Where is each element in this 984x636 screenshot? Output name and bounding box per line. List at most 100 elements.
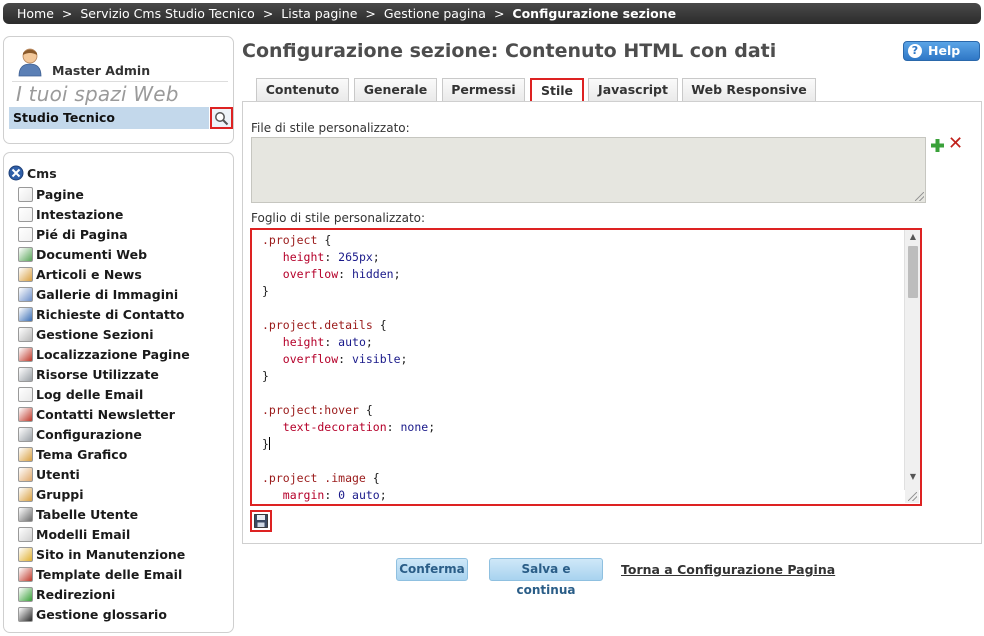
editor-scrollbar[interactable]: ▲ ▼: [904, 230, 920, 490]
space-selector[interactable]: Studio Tecnico: [9, 107, 209, 129]
code-token: {: [317, 233, 332, 247]
nav-root-label: Cms: [27, 165, 57, 181]
code-token: auto: [338, 335, 366, 349]
sidebar-item-pagine[interactable]: Pagine: [18, 184, 190, 204]
sidebar-item-gestione-sezioni[interactable]: Gestione Sezioni: [18, 324, 190, 344]
floppy-disk-icon: [254, 514, 268, 528]
sidebar-item-sito-in-manutenzione[interactable]: Sito in Manutenzione: [18, 544, 190, 564]
breadcrumb-separator: >: [493, 6, 505, 21]
editor-resize-grip-icon[interactable]: [905, 489, 919, 503]
code-line: .project {: [262, 232, 435, 249]
sidebar-item-label: Articoli e News: [36, 266, 142, 282]
file-style-label: File di stile personalizzato:: [251, 121, 410, 135]
sidebar-item-pi-di-pagina[interactable]: Pié di Pagina: [18, 224, 190, 244]
scroll-up-arrow-icon[interactable]: ▲: [905, 230, 920, 244]
breadcrumb-page-list[interactable]: Lista pagine: [281, 6, 357, 21]
code-token: ;: [379, 488, 387, 502]
resize-grip-icon[interactable]: [915, 192, 924, 201]
code-token: ;: [365, 335, 373, 349]
code-token: .project.details: [262, 318, 373, 332]
add-file-button[interactable]: [930, 138, 945, 153]
breadcrumb-separator: >: [61, 6, 73, 21]
sidebar-item-gruppi[interactable]: Gruppi: [18, 484, 190, 504]
web-documents-icon: [18, 246, 33, 262]
code-token: height: [262, 250, 325, 264]
code-line: .project .image {: [262, 470, 435, 487]
group-icon: [18, 486, 33, 502]
code-token: 0 auto: [338, 488, 380, 502]
sidebar-item-redirezioni[interactable]: Redirezioni: [18, 584, 190, 604]
sidebar-item-richieste-di-contatto[interactable]: Richieste di Contatto: [18, 304, 190, 324]
help-icon: ?: [908, 44, 922, 58]
custom-style-files-list[interactable]: [251, 137, 926, 203]
confirm-button[interactable]: Conferma: [396, 558, 468, 581]
sidebar-item-log-delle-email[interactable]: Log delle Email: [18, 384, 190, 404]
scrollbar-thumb[interactable]: [908, 246, 918, 298]
save-and-continue-button[interactable]: Salva e continua: [489, 558, 603, 597]
sidebar-item-label: Tema Grafico: [36, 446, 128, 462]
sidebar-item-label: Gestione Sezioni: [36, 326, 154, 342]
tab-permessi[interactable]: Permessi: [442, 78, 525, 102]
sidebar-item-label: Configurazione: [36, 426, 142, 442]
user-avatar-icon: [18, 48, 42, 77]
back-to-page-config-link[interactable]: Torna a Configurazione Pagina: [621, 562, 835, 577]
nav-root-cms[interactable]: Cms: [8, 164, 57, 182]
code-line: }: [262, 368, 435, 385]
sidebar-item-utenti[interactable]: Utenti: [18, 464, 190, 484]
css-code-editor[interactable]: .project { height: 265px; overflow: hidd…: [250, 228, 922, 506]
tab-contenuto[interactable]: Contenuto: [256, 78, 349, 102]
page-title: Configurazione sezione: Contenuto HTML c…: [242, 40, 777, 62]
code-line: }: [262, 283, 435, 300]
email-template-icon: [18, 526, 33, 542]
sidebar-item-label: Intestazione: [36, 206, 124, 222]
page-icon: [18, 186, 33, 202]
sidebar-item-configurazione[interactable]: Configurazione: [18, 424, 190, 444]
scroll-down-arrow-icon[interactable]: ▼: [905, 470, 920, 484]
code-line: text-decoration: none;: [262, 419, 435, 436]
sidebar-item-label: Risorse Utilizzate: [36, 366, 159, 382]
sidebar-item-label: Pié di Pagina: [36, 226, 128, 242]
code-line: .project.details {: [262, 317, 435, 334]
remove-file-button[interactable]: ✕: [948, 135, 963, 153]
user-icon: [18, 466, 33, 482]
sidebar-item-tema-grafico[interactable]: Tema Grafico: [18, 444, 190, 464]
code-token: .project:hover: [262, 403, 359, 417]
sidebar-item-localizzazione-pagine[interactable]: Localizzazione Pagine: [18, 344, 190, 364]
breadcrumb-page-management[interactable]: Gestione pagina: [384, 6, 486, 21]
code-line: }: [262, 436, 435, 453]
save-stylesheet-button[interactable]: [250, 510, 272, 532]
sidebar-item-gestione-glossario[interactable]: Gestione glossario: [18, 604, 190, 624]
sidebar-item-risorse-utilizzate[interactable]: Risorse Utilizzate: [18, 364, 190, 384]
sidebar-item-tabelle-utente[interactable]: Tabelle Utente: [18, 504, 190, 524]
sidebar-item-contatti-newsletter[interactable]: Contatti Newsletter: [18, 404, 190, 424]
tab-javascript[interactable]: Javascript: [588, 78, 678, 102]
table-icon: [18, 506, 33, 522]
sidebar-item-label: Documenti Web: [36, 246, 148, 262]
sidebar-item-modelli-email[interactable]: Modelli Email: [18, 524, 190, 544]
user-name: Master Admin: [52, 63, 151, 78]
css-code: .project { height: 265px; overflow: hidd…: [262, 232, 435, 504]
code-line: height: 265px;: [262, 249, 435, 266]
gear-icon: [18, 426, 33, 442]
sidebar-item-label: Tabelle Utente: [36, 506, 139, 522]
breadcrumb-home[interactable]: Home: [17, 6, 54, 21]
code-token: 265px: [338, 250, 373, 264]
sidebar-item-gallerie-di-immagini[interactable]: Gallerie di Immagini: [18, 284, 190, 304]
sidebar-item-documenti-web[interactable]: Documenti Web: [18, 244, 190, 264]
sidebar-item-label: Contatti Newsletter: [36, 406, 175, 422]
sidebar-item-label: Pagine: [36, 186, 84, 202]
tab-generale[interactable]: Generale: [354, 78, 437, 102]
code-token: }: [262, 284, 269, 298]
localization-icon: [18, 346, 33, 362]
search-button[interactable]: [210, 107, 233, 129]
sidebar-item-intestazione[interactable]: Intestazione: [18, 204, 190, 224]
tab-web-responsive[interactable]: Web Responsive: [682, 78, 816, 102]
tab-stile[interactable]: Stile: [530, 78, 584, 102]
sidebar-item-articoli-e-news[interactable]: Articoli e News: [18, 264, 190, 284]
breadcrumb-cms-service[interactable]: Servizio Cms Studio Tecnico: [80, 6, 254, 21]
nav-list: Pagine Intestazione Pié di Pagina Documenti…: [18, 184, 190, 624]
help-button[interactable]: ? Help: [903, 41, 980, 61]
sidebar-item-template-delle-email[interactable]: Template delle Email: [18, 564, 190, 584]
sidebar-item-label: Modelli Email: [36, 526, 131, 542]
